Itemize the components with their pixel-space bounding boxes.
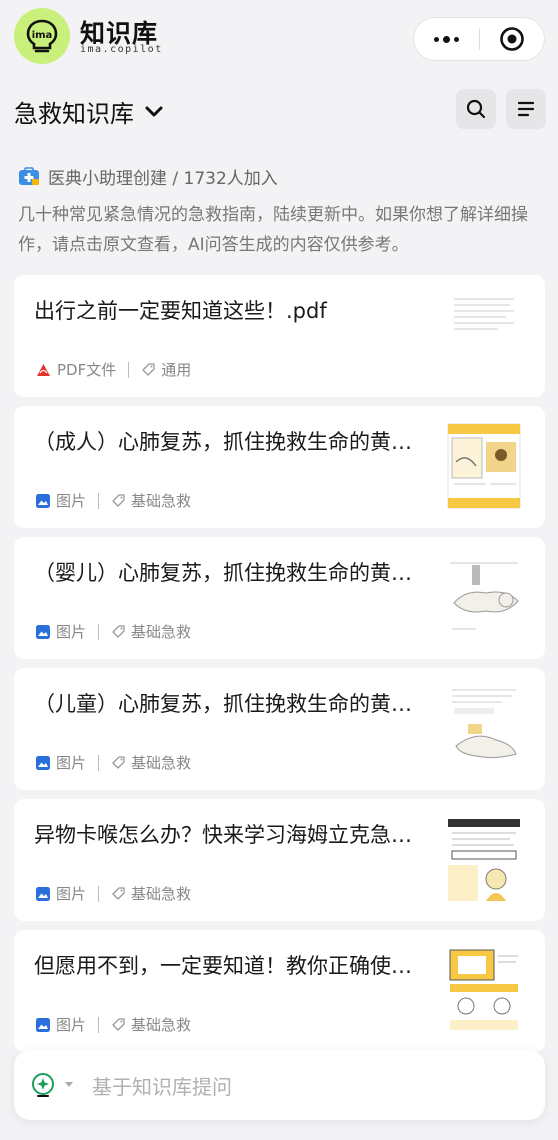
menu-button[interactable] bbox=[506, 89, 546, 129]
doc-card-2[interactable]: （成人）心肺复苏，抓住挽救生命的黄金4分钟 图片 基础急救 bbox=[14, 406, 545, 528]
card-thumbnail bbox=[446, 684, 522, 772]
menu-lines-icon bbox=[517, 101, 535, 117]
doc-card-4[interactable]: （儿童）心肺复苏，抓住挽救生命的黄金4分钟 图片 基础急救 bbox=[14, 668, 545, 790]
card-type: 图片 bbox=[56, 885, 87, 903]
card-title: （成人）心肺复苏，抓住挽救生命的黄金4分钟 bbox=[34, 430, 414, 454]
card-type: 图片 bbox=[56, 623, 87, 641]
card-thumbnail bbox=[446, 291, 522, 379]
top-bar: ima 知识库 ima.copilot bbox=[0, 0, 558, 72]
card-meta: 图片 基础急救 bbox=[36, 1014, 191, 1035]
kb-title-dropdown[interactable]: 急救知识库 bbox=[14, 94, 164, 129]
ask-input-placeholder[interactable]: 基于知识库提问 bbox=[92, 1071, 232, 1100]
svg-text:ima: ima bbox=[32, 30, 53, 41]
ima-logo: ima bbox=[14, 8, 70, 64]
search-button[interactable] bbox=[456, 89, 496, 129]
caret-down-icon bbox=[65, 1082, 73, 1087]
card-meta: 图片 基础急救 bbox=[36, 752, 191, 773]
card-tag: 基础急救 bbox=[131, 885, 192, 903]
card-thumbnail bbox=[446, 946, 522, 1034]
card-type: 图片 bbox=[56, 1016, 87, 1034]
card-meta: PDF文件 通用 bbox=[36, 359, 191, 380]
tag-icon bbox=[142, 363, 155, 376]
image-icon bbox=[36, 886, 50, 901]
tag-icon bbox=[112, 1018, 125, 1031]
target-icon bbox=[500, 27, 524, 51]
pdf-icon bbox=[37, 363, 50, 376]
ai-model-selector[interactable] bbox=[30, 1072, 74, 1098]
doc-card-3[interactable]: （婴儿）心肺复苏，抓住挽救生命的黄金4分钟 图片 基础急救 bbox=[14, 537, 545, 659]
doc-card-6[interactable]: 但愿用不到，一定要知道！教你正确使用AED 图片 基础急救 bbox=[14, 930, 545, 1052]
kb-creator-info: 医典小助理创建 / 1732人加入 bbox=[18, 164, 278, 189]
tag-icon bbox=[112, 625, 125, 638]
card-type: PDF文件 bbox=[57, 361, 117, 379]
doc-card-1[interactable]: 出行之前一定要知道这些！.pdf PDF文件 通用 bbox=[14, 275, 545, 397]
card-thumbnail bbox=[446, 422, 522, 510]
card-title: 出行之前一定要知道这些！.pdf bbox=[34, 299, 327, 323]
card-tag: 基础急救 bbox=[131, 492, 192, 510]
card-tag: 基础急救 bbox=[131, 754, 192, 772]
card-meta: 图片 基础急救 bbox=[36, 883, 191, 904]
medical-kit-icon bbox=[19, 166, 39, 185]
ai-sparkle-icon bbox=[32, 1073, 54, 1097]
image-icon bbox=[36, 1017, 50, 1032]
logo-bulb-icon: ima bbox=[26, 19, 58, 53]
chevron-down-icon bbox=[145, 106, 163, 116]
card-title: （儿童）心肺复苏，抓住挽救生命的黄金4分钟 bbox=[34, 692, 414, 716]
card-title: 异物卡喉怎么办？快来学习海姆立克急救法 bbox=[34, 823, 414, 847]
creator-text: 医典小助理创建 / 1732人加入 bbox=[48, 169, 278, 189]
tag-icon bbox=[112, 494, 125, 507]
image-icon bbox=[36, 493, 50, 508]
card-title: （婴儿）心肺复苏，抓住挽救生命的黄金4分钟 bbox=[34, 561, 414, 585]
kb-description: 几十种常见紧急情况的急救指南，陆续更新中。如果你想了解详细操作，请点击原文查看，… bbox=[18, 205, 528, 255]
card-title: 但愿用不到，一定要知道！教你正确使用AED bbox=[34, 954, 414, 978]
kb-title: 急救知识库 bbox=[14, 100, 134, 128]
doc-card-5[interactable]: 异物卡喉怎么办？快来学习海姆立克急救法 图片 基础急救 bbox=[14, 799, 545, 921]
more-options-button[interactable] bbox=[414, 17, 479, 61]
card-type: 图片 bbox=[56, 754, 87, 772]
close-miniprogram-button[interactable] bbox=[480, 17, 544, 61]
app-subtitle: ima.copilot bbox=[80, 44, 163, 55]
card-meta: 图片 基础急救 bbox=[36, 490, 191, 511]
card-tag: 通用 bbox=[161, 361, 192, 379]
tag-icon bbox=[112, 756, 125, 769]
image-icon bbox=[36, 755, 50, 770]
search-icon bbox=[466, 99, 486, 119]
card-thumbnail bbox=[446, 553, 522, 641]
card-thumbnail bbox=[446, 815, 522, 903]
mini-program-capsule bbox=[413, 17, 545, 61]
card-type: 图片 bbox=[56, 492, 87, 510]
tag-icon bbox=[112, 887, 125, 900]
card-meta: 图片 基础急救 bbox=[36, 621, 191, 642]
card-tag: 基础急救 bbox=[131, 623, 192, 641]
ask-input-bar[interactable]: 基于知识库提问 bbox=[14, 1050, 545, 1120]
card-tag: 基础急救 bbox=[131, 1016, 192, 1034]
image-icon bbox=[36, 624, 50, 639]
